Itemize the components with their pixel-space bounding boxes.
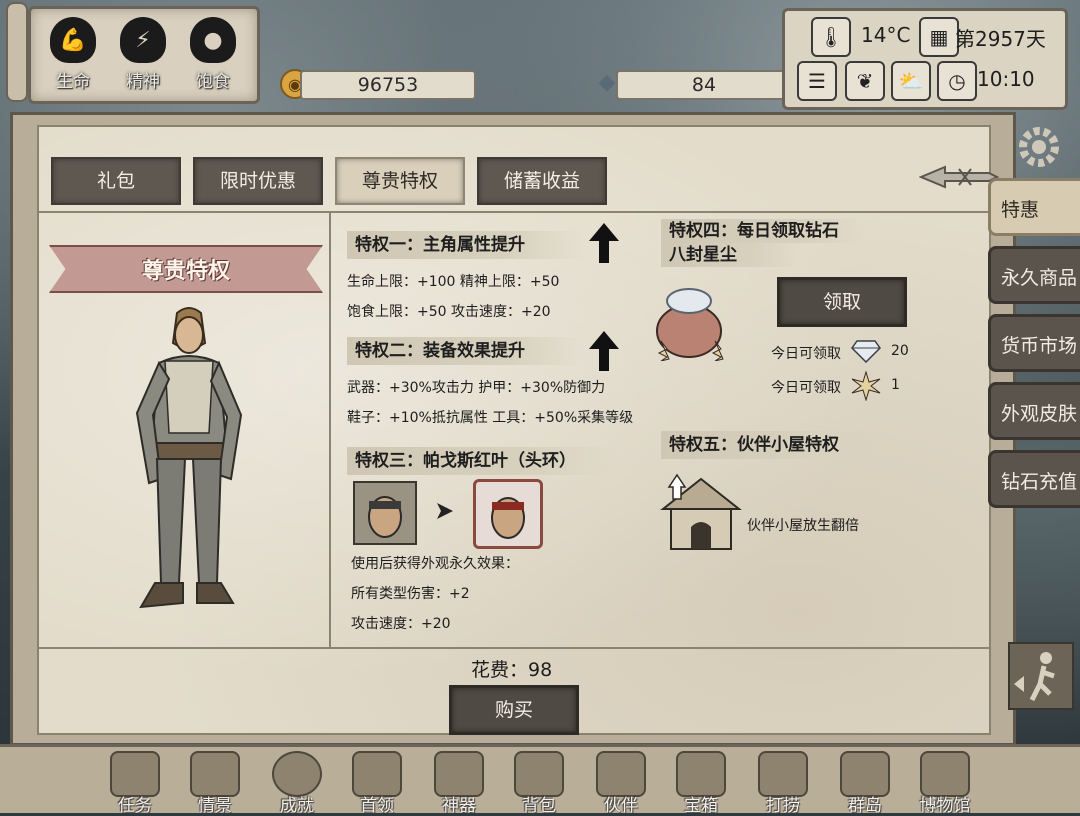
buy-button[interactable]: 购买	[449, 685, 579, 735]
nav-chest[interactable]: 宝箱	[662, 751, 740, 816]
privilege-4-title-line1: 特权四：每日领取钻石	[661, 219, 867, 243]
nav-scenario-label: 情景	[198, 796, 232, 816]
headband-before-portrait	[353, 481, 417, 545]
side-tab-appearance-skin[interactable]: 外观皮肤	[988, 382, 1080, 440]
nav-achievement[interactable]: 成就	[258, 751, 336, 816]
privilege-3-line3: 攻击速度：+20	[351, 616, 451, 632]
diamond-sack-icon	[656, 288, 724, 361]
headband-after-portrait	[473, 479, 543, 549]
nav-achievement-label: 成就	[280, 796, 314, 816]
tab-limited-offer[interactable]: 限时优惠	[193, 157, 323, 205]
privilege-3-line1: 使用后获得外观永久效果：	[351, 556, 519, 572]
privilege-3-line2: 所有类型伤害：+2	[351, 586, 470, 602]
gear-icon[interactable]	[1014, 122, 1064, 172]
stat-hunger[interactable]: ● 饱食	[183, 17, 243, 92]
time-text: 10:10	[977, 67, 1035, 91]
close-arrow-icon[interactable]	[919, 163, 999, 191]
nav-salvage-label: 打捞	[766, 796, 800, 816]
tab-premium-privilege[interactable]: 尊贵特权	[335, 157, 465, 205]
companion-house-icon	[660, 473, 742, 550]
diamond-amount: 84	[616, 70, 792, 100]
premium-banner: 尊贵特权	[49, 245, 323, 293]
tab-savings[interactable]: 储蓄收益	[477, 157, 607, 205]
nav-backpack[interactable]: 背包	[500, 751, 578, 816]
privilege-5-title: 特权五：伙伴小屋特权	[661, 431, 877, 459]
hero-character-image	[135, 307, 243, 609]
day-counter: 第2957天	[955, 27, 1046, 51]
privilege-2-line2: 鞋子：+10%抵抗属性 工具：+50%采集等级	[347, 410, 634, 426]
stat-health-label: 生命	[56, 72, 90, 92]
nav-boss-label: 首领	[360, 796, 394, 816]
nav-companion-label: 伙伴	[604, 796, 638, 816]
menu-icon[interactable]: ☰	[797, 61, 837, 101]
nav-archipelago[interactable]: 群岛	[826, 751, 904, 816]
player-stats-panel: 💪 生命 ⚡ 精神 ● 饱食	[28, 6, 260, 104]
privilege-5-text: 伙伴小屋放生翻倍	[747, 518, 859, 534]
nav-boss[interactable]: 首领	[338, 751, 416, 816]
daily-stardust-value: 1	[891, 377, 900, 393]
privilege-2-title: 特权二：装备效果提升	[347, 337, 583, 365]
sprout-icon[interactable]: ❦	[845, 61, 885, 101]
privilege-1-title: 特权一：主角属性提升	[347, 231, 583, 259]
up-arrow-icon	[589, 223, 619, 263]
stat-health[interactable]: 💪 生命	[43, 17, 103, 92]
stardust-icon	[851, 371, 881, 401]
nav-salvage[interactable]: 打捞	[744, 751, 822, 816]
nav-archipelago-label: 群岛	[848, 796, 882, 816]
nav-artifact[interactable]: 神器	[420, 751, 498, 816]
weather-icon: ⛅	[891, 61, 931, 101]
side-tab-permanent-goods[interactable]: 永久商品	[988, 246, 1080, 304]
nav-backpack-label: 背包	[522, 796, 556, 816]
stomach-icon: ●	[190, 17, 236, 63]
arrow-right-icon	[437, 503, 453, 519]
nav-scenario[interactable]: 情景	[176, 751, 254, 816]
premium-banner-text: 尊贵特权	[141, 259, 230, 284]
nav-quest[interactable]: 任务	[96, 751, 174, 816]
stat-hunger-label: 饱食	[196, 72, 230, 92]
daily-diamond-label: 今日可领取	[771, 346, 841, 362]
side-tab-currency-market[interactable]: 货币市场	[988, 314, 1080, 372]
muscle-icon: 💪	[50, 17, 96, 63]
shop-window: 礼包 限时优惠 尊贵特权 储蓄收益 尊贵特权 特权一：主角属性提升 生命上限：+…	[10, 112, 1016, 746]
side-tab-special-offer[interactable]: 特惠	[988, 178, 1080, 236]
nav-chest-label: 宝箱	[684, 796, 718, 816]
privilege-2-line1: 武器：+30%攻击力 护甲：+30%防御力	[347, 380, 606, 396]
diamond-icon	[851, 340, 881, 363]
daily-diamond-value: 20	[891, 343, 909, 359]
divider-bottom	[39, 647, 989, 649]
clock-icon: ◷	[937, 61, 977, 101]
nav-museum-label: 博物馆	[919, 796, 971, 816]
side-tab-diamond-recharge[interactable]: 钻石充值	[988, 450, 1080, 508]
nav-companion[interactable]: 伙伴	[582, 751, 660, 816]
privilege-4-title-line2: 八封星尘	[661, 243, 797, 267]
stat-sanity-label: 精神	[126, 72, 160, 92]
privilege-3-title: 特权三：帕戈斯红叶（头环）	[347, 447, 613, 475]
exit-icon[interactable]	[1008, 642, 1074, 710]
shop-paper: 礼包 限时优惠 尊贵特权 储蓄收益 尊贵特权 特权一：主角属性提升 生命上限：+…	[37, 125, 999, 735]
daily-stardust-label: 今日可领取	[771, 380, 841, 396]
thermometer-icon: 🌡	[811, 17, 851, 57]
bottom-nav-bar: 任务 情景 成就 首领 神器 背包 伙伴 宝箱 打捞 群岛 博物馆	[0, 744, 1080, 816]
nav-artifact-label: 神器	[442, 796, 476, 816]
divider-top	[39, 211, 989, 213]
calendar-icon: ▦	[919, 17, 959, 57]
claim-button[interactable]: 领取	[777, 277, 907, 327]
nav-museum[interactable]: 博物馆	[906, 751, 984, 816]
temperature-text: 14°C	[861, 23, 911, 47]
cost-label: 花费：98	[471, 659, 553, 681]
up-arrow-icon	[589, 331, 619, 371]
brain-icon: ⚡	[120, 17, 166, 63]
stat-sanity[interactable]: ⚡ 精神	[113, 17, 173, 92]
divider-vertical	[329, 211, 331, 647]
privilege-1-line2: 饱食上限：+50 攻击速度：+20	[347, 304, 551, 320]
privilege-1-line1: 生命上限：+100 精神上限：+50	[347, 274, 560, 290]
scroll-end-left	[6, 2, 28, 102]
environment-hud: 🌡 14°C ▦ 第2957天 ☰ ❦ ⛅ ◷ 10:10	[782, 8, 1068, 110]
gold-amount: 96753	[300, 70, 476, 100]
nav-quest-label: 任务	[118, 796, 152, 816]
tab-gift-pack[interactable]: 礼包	[51, 157, 181, 205]
